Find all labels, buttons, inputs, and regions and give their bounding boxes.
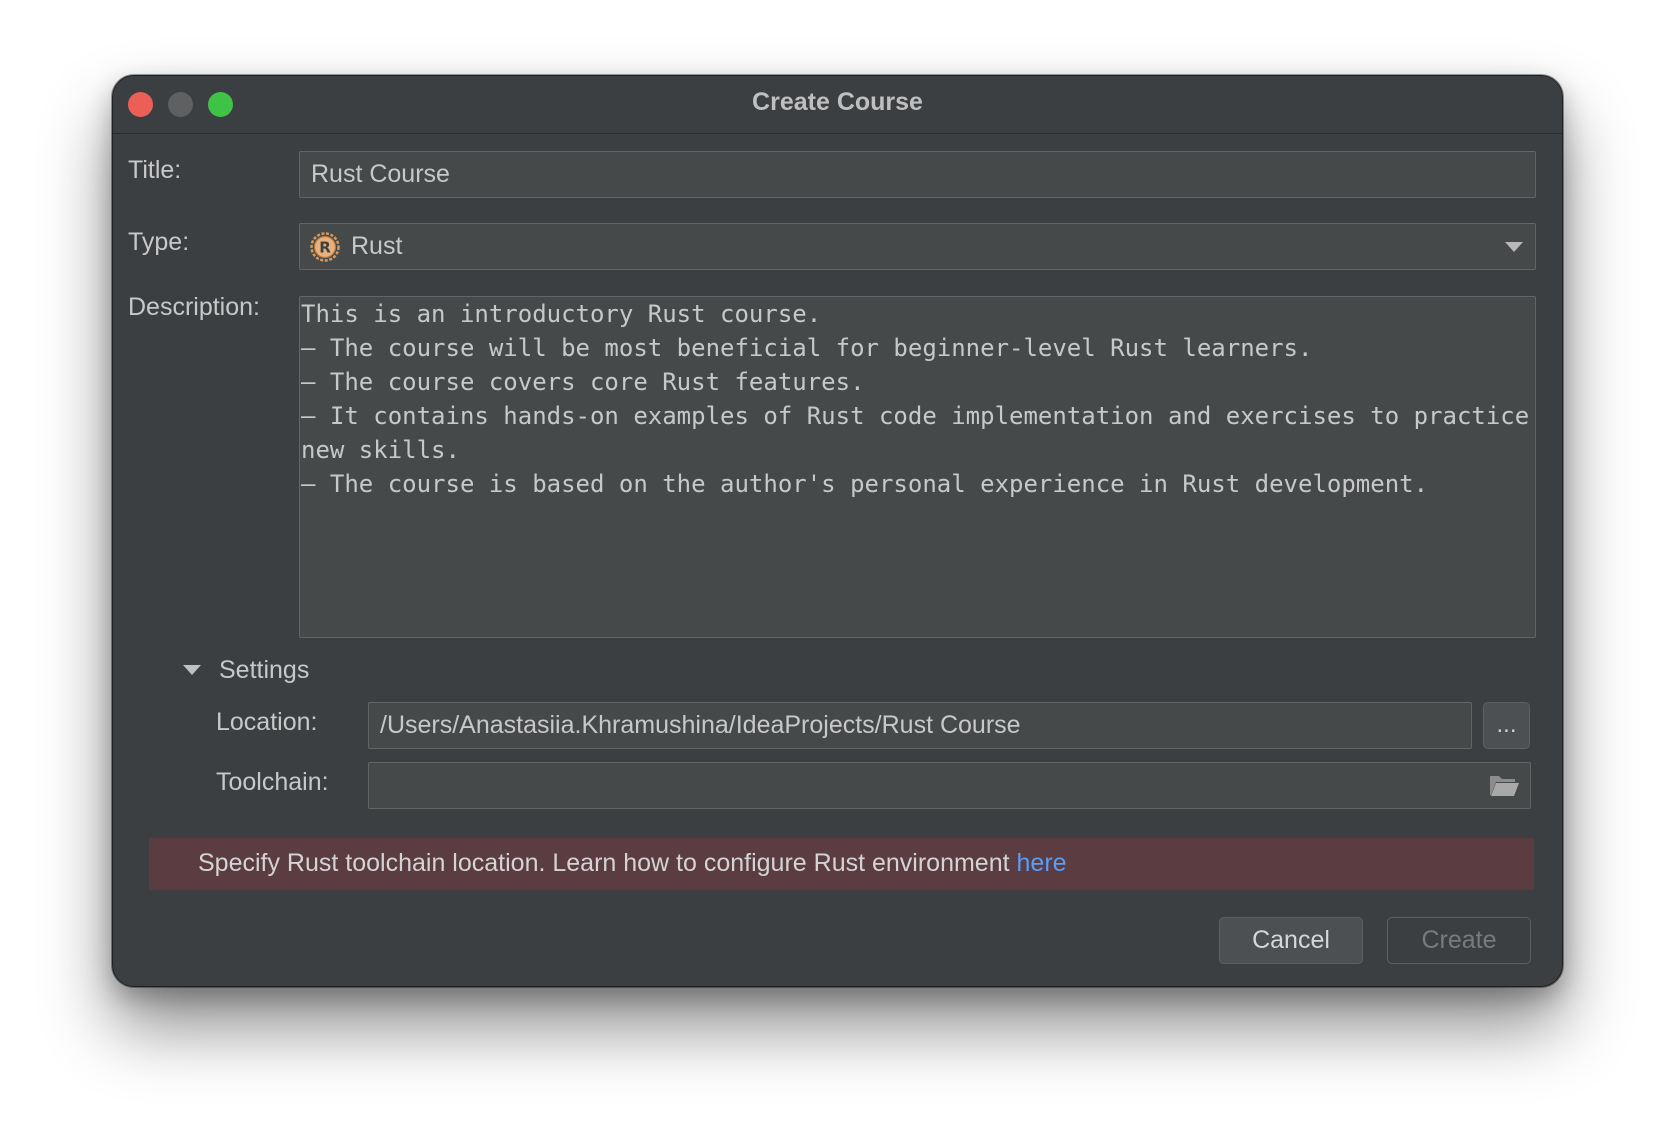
error-banner: Specify Rust toolchain location. Learn h…: [149, 838, 1534, 890]
description-textarea[interactable]: This is an introductory Rust course. – T…: [299, 296, 1536, 638]
settings-label: Settings: [219, 655, 310, 684]
toolchain-input[interactable]: [368, 762, 1531, 809]
create-button[interactable]: Create: [1387, 917, 1531, 964]
error-message: Specify Rust toolchain location. Learn h…: [198, 849, 1017, 877]
title-label: Title:: [128, 156, 182, 184]
type-label: Type:: [128, 228, 190, 256]
cancel-button[interactable]: Cancel: [1219, 917, 1363, 964]
chevron-down-icon: [1505, 242, 1523, 252]
configure-help-link[interactable]: here: [1017, 849, 1067, 877]
type-select[interactable]: R Rust: [299, 223, 1536, 270]
svg-text:R: R: [319, 239, 331, 257]
title-bar: Create Course: [113, 76, 1562, 134]
description-label: Description:: [128, 293, 260, 321]
location-input[interactable]: [368, 702, 1472, 749]
title-input[interactable]: [299, 151, 1536, 198]
chevron-down-icon: [183, 665, 201, 675]
toolchain-label: Toolchain:: [216, 768, 329, 796]
rust-logo-icon: R: [310, 232, 340, 262]
folder-icon[interactable]: [1488, 773, 1520, 799]
browse-location-button[interactable]: ...: [1483, 702, 1530, 749]
settings-section-toggle[interactable]: Settings: [183, 653, 309, 687]
type-value: Rust: [351, 232, 403, 260]
create-course-dialog: Create Course Title: Type: R Rust Descri…: [112, 75, 1563, 987]
window-title: Create Course: [752, 88, 923, 116]
location-label: Location:: [216, 708, 318, 736]
